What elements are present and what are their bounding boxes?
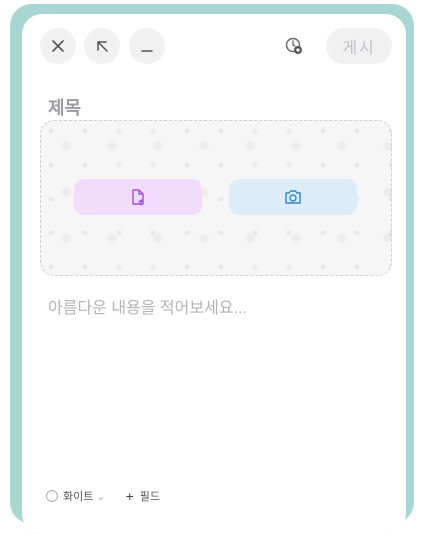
chevron-down-icon: ⌄	[96, 490, 106, 503]
media-drop-zone[interactable]	[40, 120, 392, 276]
plus-icon: +	[125, 488, 134, 504]
close-button[interactable]	[40, 28, 76, 64]
minimize-icon	[141, 50, 153, 52]
footer-bar: 화이트 ⌄ + 필드	[46, 488, 160, 504]
expand-button[interactable]	[84, 28, 120, 64]
schedule-icon[interactable]	[284, 36, 304, 56]
post-button[interactable]: 게시	[326, 28, 392, 64]
camera-icon	[285, 190, 301, 204]
add-field-label: 필드	[139, 491, 161, 503]
title-input[interactable]: 제목	[48, 94, 81, 120]
file-upload-icon	[132, 189, 144, 206]
expand-icon	[97, 41, 108, 52]
color-swatch-icon	[46, 490, 58, 502]
attach-file-button[interactable]	[74, 179, 202, 215]
minimize-button[interactable]	[129, 28, 165, 64]
camera-button[interactable]	[229, 179, 357, 215]
close-icon	[52, 40, 64, 52]
app-window: 게시 제목 아름다운 내용을 적어보세요... 화이트 ⌄ + 필드	[0, 0, 426, 534]
toolbar: 게시	[40, 28, 392, 64]
color-label: 화이트	[63, 491, 94, 503]
color-selector[interactable]: 화이트 ⌄	[46, 488, 106, 504]
compose-card: 게시 제목 아름다운 내용을 적어보세요... 화이트 ⌄ + 필드	[22, 14, 406, 534]
body-input[interactable]: 아름다운 내용을 적어보세요...	[48, 294, 247, 318]
add-field-button[interactable]: + 필드	[126, 488, 160, 504]
